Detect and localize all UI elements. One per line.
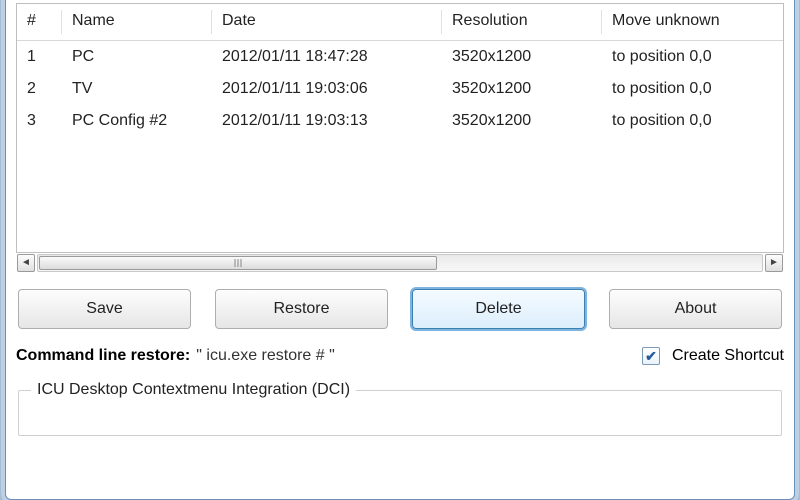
dci-groupbox: ICU Desktop Contextmenu Integration (DCI… — [18, 381, 782, 436]
cell-move: to position 0,0 — [602, 105, 783, 137]
cell-num: 2 — [17, 73, 62, 105]
cell-name: PC Config #2 — [62, 105, 212, 137]
cell-date: 2012/01/11 19:03:06 — [212, 73, 442, 105]
col-header-date[interactable]: Date — [212, 4, 442, 41]
cell-res: 3520x1200 — [442, 73, 602, 105]
dci-legend: ICU Desktop Contextmenu Integration (DCI… — [31, 381, 356, 399]
config-table: # Name Date Resolution Move unknown 1 PC… — [16, 3, 784, 253]
create-shortcut-label: Create Shortcut — [672, 347, 784, 365]
scroll-left-button[interactable]: ◄ — [17, 254, 35, 272]
cell-res: 3520x1200 — [442, 105, 602, 137]
cell-date: 2012/01/11 19:03:13 — [212, 105, 442, 137]
command-line-value: " icu.exe restore # " — [196, 347, 335, 365]
app-window: Ready # Name Date Resolution Move unknow… — [5, 0, 795, 500]
scroll-right-button[interactable]: ► — [765, 254, 783, 272]
table-row[interactable]: 2 TV 2012/01/11 19:03:06 3520x1200 to po… — [17, 73, 783, 105]
cell-move: to position 0,0 — [602, 41, 783, 74]
col-header-resolution[interactable]: Resolution — [442, 4, 602, 41]
desktop-background: Ready # Name Date Resolution Move unknow… — [0, 0, 800, 500]
about-button[interactable]: About — [609, 289, 782, 329]
command-line-row: Command line restore: " icu.exe restore … — [16, 347, 784, 365]
cell-name: TV — [62, 73, 212, 105]
delete-button[interactable]: Delete — [412, 289, 585, 329]
command-line-label: Command line restore: — [16, 347, 190, 365]
col-header-number[interactable]: # — [17, 4, 62, 41]
cell-num: 1 — [17, 41, 62, 74]
cell-date: 2012/01/11 18:47:28 — [212, 41, 442, 74]
restore-button[interactable]: Restore — [215, 289, 388, 329]
col-header-move[interactable]: Move unknown — [602, 4, 783, 41]
table-row[interactable]: 1 PC 2012/01/11 18:47:28 3520x1200 to po… — [17, 41, 783, 74]
cell-num: 3 — [17, 105, 62, 137]
table-row[interactable]: 3 PC Config #2 2012/01/11 19:03:13 3520x… — [17, 105, 783, 137]
cell-move: to position 0,0 — [602, 73, 783, 105]
scroll-thumb[interactable] — [39, 256, 437, 270]
horizontal-scrollbar[interactable]: ◄ ► — [17, 253, 783, 273]
check-icon: ✔ — [645, 348, 657, 365]
col-header-name[interactable]: Name — [62, 4, 212, 41]
cell-name: PC — [62, 41, 212, 74]
create-shortcut-checkbox[interactable]: ✔ — [642, 347, 660, 365]
cell-res: 3520x1200 — [442, 41, 602, 74]
button-row: Save Restore Delete About — [16, 289, 784, 329]
scroll-track[interactable] — [37, 254, 763, 272]
scroll-grip-icon — [235, 259, 242, 267]
save-button[interactable]: Save — [18, 289, 191, 329]
